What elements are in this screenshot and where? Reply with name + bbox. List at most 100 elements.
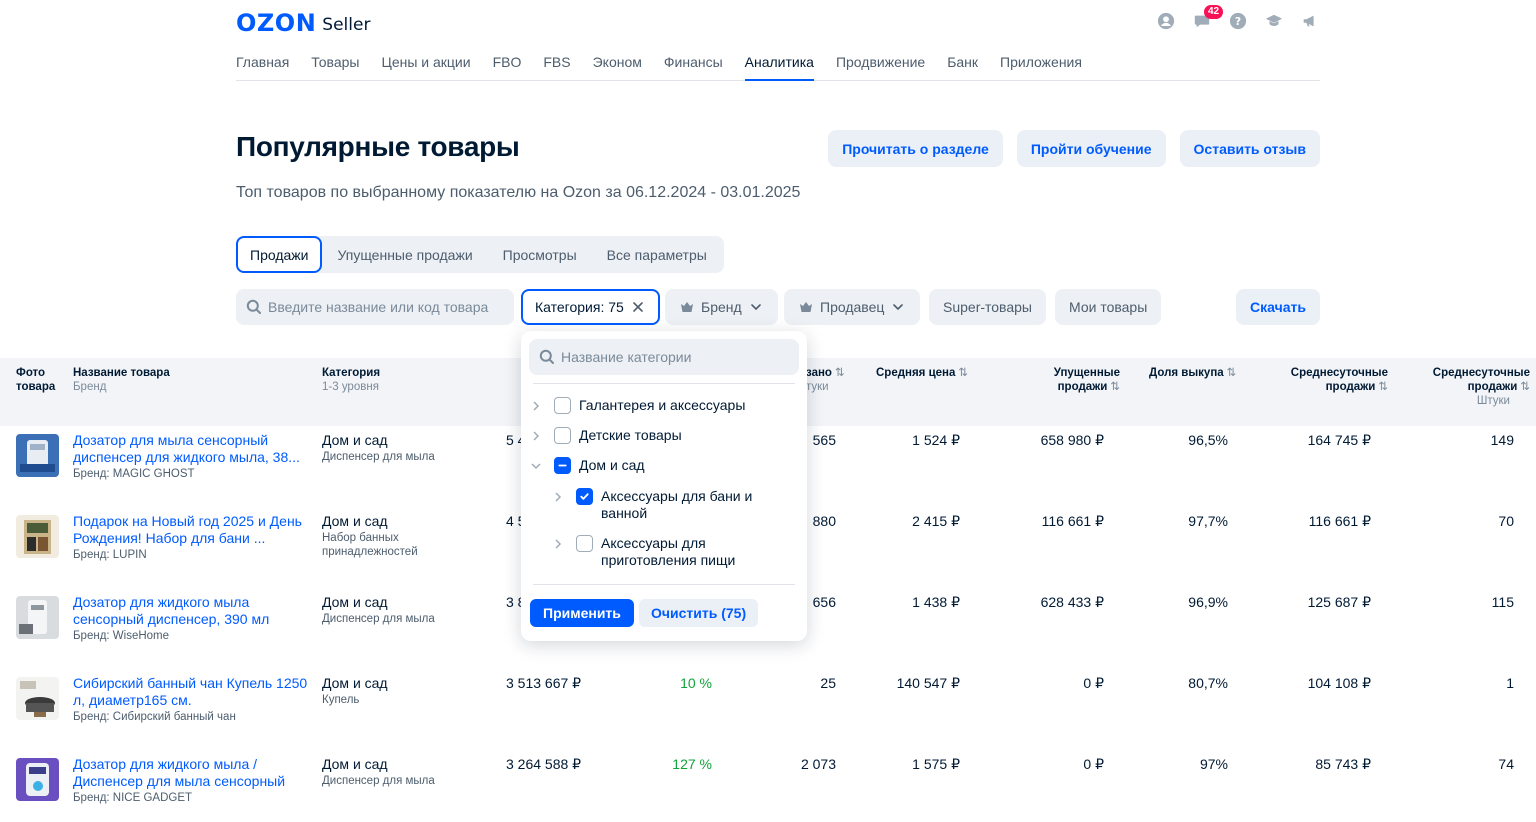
product-name-link[interactable]: Дозатор для мыла сенсорный диспенсер для… [73, 432, 309, 466]
product-name-link[interactable]: Дозатор для жидкого мыла / Диспенсер для… [73, 756, 309, 790]
dynamic-value: 127 % [672, 756, 712, 772]
column-name[interactable]: Название товара Бренд [73, 366, 170, 394]
chevron-right-icon[interactable] [530, 400, 542, 412]
buyout-value: 96,5% [1188, 432, 1228, 448]
nav-item-fbs[interactable]: FBS [543, 54, 570, 81]
logo-suffix: Seller [322, 14, 371, 35]
sort-icon[interactable]: ⇅ [1227, 367, 1237, 379]
nav-item-fbo[interactable]: FBO [493, 54, 522, 81]
tab-all-params[interactable]: Все параметры [592, 236, 722, 273]
nav-item-analytics[interactable]: Аналитика [744, 54, 814, 81]
clear-button[interactable]: Очистить (75) [639, 599, 759, 627]
tab-missed-sales[interactable]: Упущенные продажи [322, 236, 487, 273]
nav-item-apps[interactable]: Приложения [1000, 54, 1082, 81]
nav-item-prices[interactable]: Цены и акции [381, 54, 470, 81]
category-filter[interactable]: Категория: 75 [521, 289, 660, 325]
take-training-button[interactable]: Пройти обучение [1016, 130, 1166, 167]
chevron-right-icon[interactable] [552, 538, 564, 550]
column-ordered-label: зано [806, 367, 832, 379]
column-ordered-sub: туки [806, 381, 829, 393]
brand-filter[interactable]: Бренд [665, 289, 778, 325]
column-missed-sales[interactable]: Упущенные продажи ⇅ [1010, 366, 1120, 394]
nav-item-econom[interactable]: Эконом [593, 54, 642, 81]
graduation-cap-icon[interactable] [1264, 11, 1284, 31]
divider [533, 383, 795, 384]
avg-price-value: 140 547 ₽ [896, 675, 960, 691]
checkbox-indeterminate[interactable] [554, 457, 571, 474]
category-item-haberdashery[interactable]: Галантерея и аксессуары [530, 397, 745, 414]
checkbox[interactable] [576, 535, 593, 552]
tab-sales[interactable]: Продажи [236, 236, 323, 273]
search-icon [539, 349, 554, 364]
category-item-label: Детские товары [579, 427, 682, 443]
nav-item-products[interactable]: Товары [311, 54, 359, 81]
nav-item-bank[interactable]: Банк [947, 54, 978, 81]
product-search [236, 289, 514, 325]
leave-feedback-button[interactable]: Оставить отзыв [1179, 130, 1320, 167]
user-icon[interactable] [1156, 11, 1176, 31]
sort-icon[interactable]: ⇅ [835, 367, 845, 379]
checkbox-checked[interactable] [576, 488, 593, 505]
category-filter-label: Категория: 75 [535, 299, 624, 315]
product-thumbnail[interactable] [16, 758, 59, 801]
product-thumbnail[interactable] [16, 434, 59, 477]
sort-icon[interactable]: ⇅ [1110, 381, 1120, 393]
sort-icon[interactable]: ⇅ [1378, 381, 1388, 393]
product-brand: Бренд: Сибирский банный чан [73, 711, 236, 723]
chevron-down-icon[interactable] [530, 460, 542, 472]
product-subcategory: Диспенсер для мыла [322, 775, 435, 787]
product-name-link[interactable]: Дозатор для жидкого мыла сенсорный диспе… [73, 594, 309, 628]
column-avg-price[interactable]: Средняя цена ⇅ [876, 366, 968, 380]
apply-button[interactable]: Применить [530, 599, 634, 627]
category-item-cooking-accessories[interactable]: Аксессуары для приготовления пищи [552, 535, 792, 569]
download-button[interactable]: Скачать [1236, 289, 1320, 325]
seller-filter[interactable]: Продавец [784, 289, 921, 325]
super-products-filter[interactable]: Super-товары [929, 289, 1046, 325]
nav-item-finance[interactable]: Финансы [664, 54, 723, 81]
product-category: Дом и сад [322, 594, 388, 610]
units-value: 25 [820, 675, 836, 691]
close-icon[interactable] [630, 299, 646, 315]
nav-item-promotion[interactable]: Продвижение [836, 54, 925, 81]
category-item-bath-accessories[interactable]: Аксессуары для бани и ванной [552, 488, 792, 522]
read-about-button[interactable]: Прочитать о разделе [828, 130, 1003, 167]
chat-icon[interactable]: 42 [1192, 5, 1224, 31]
daily-units-value: 115 [1491, 594, 1514, 610]
chevron-right-icon[interactable] [530, 430, 542, 442]
column-buyout[interactable]: Доля выкупа ⇅ [1149, 366, 1236, 380]
missed-sales-value: 0 ₽ [1083, 675, 1104, 691]
top-icons-bar: 42 ? [1156, 5, 1320, 31]
help-icon[interactable]: ? [1228, 11, 1248, 31]
column-daily-sales[interactable]: Среднесуточные продажи ⇅ [1262, 366, 1388, 394]
sort-icon[interactable]: ⇅ [1520, 381, 1530, 393]
missed-sales-value: 628 433 ₽ [1040, 594, 1104, 610]
category-item-kids[interactable]: Детские товары [530, 427, 682, 444]
sort-icon[interactable]: ⇅ [958, 367, 968, 379]
megaphone-icon[interactable] [1300, 11, 1320, 31]
my-products-filter[interactable]: Мои товары [1055, 289, 1162, 325]
product-thumbnail[interactable] [16, 677, 59, 720]
tab-views[interactable]: Просмотры [488, 236, 592, 273]
checkbox[interactable] [554, 427, 571, 444]
chevron-right-icon[interactable] [552, 491, 564, 503]
product-thumbnail[interactable] [16, 596, 59, 639]
product-thumbnail[interactable] [16, 515, 59, 558]
category-search-input[interactable] [561, 349, 791, 365]
checkbox[interactable] [554, 397, 571, 414]
nav-item-home[interactable]: Главная [236, 54, 289, 81]
column-category[interactable]: Категория 1-3 уровня [322, 366, 380, 394]
product-name-link[interactable]: Подарок на Новый год 2025 и День Рождени… [73, 513, 309, 547]
buyout-value: 96,9% [1188, 594, 1228, 610]
category-item-home-garden[interactable]: Дом и сад [530, 457, 645, 474]
column-ordered[interactable]: зано ⇅ туки [806, 366, 845, 394]
ozon-seller-logo[interactable]: OZON Seller [236, 8, 370, 38]
units-value: 2 073 [800, 756, 836, 772]
avg-price-value: 1 575 ₽ [912, 756, 960, 772]
column-name-sub: Бренд [73, 381, 107, 393]
product-name-link[interactable]: Сибирский банный чан Купель 1250 л, диам… [73, 675, 309, 709]
product-search-input[interactable] [268, 299, 508, 315]
table-row: Дозатор для жидкого мыла / Диспенсер для… [0, 750, 1536, 822]
column-daily-units[interactable]: Среднесуточные продажи ⇅ Штуки [1404, 366, 1530, 408]
product-subcategory: Купель [322, 694, 360, 706]
column-daily-units-sub: Штуки [1476, 395, 1510, 407]
